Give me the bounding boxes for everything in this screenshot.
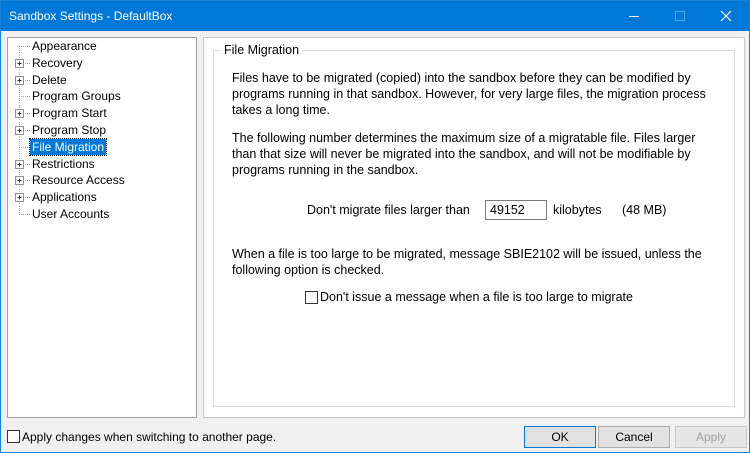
size-limit-label: Don't migrate files larger than: [307, 203, 470, 217]
tree-item[interactable]: User Accounts: [8, 206, 194, 222]
limit-line: than that size will never be migrated in…: [232, 147, 691, 161]
intro-line: programs running in that sandbox. Howeve…: [232, 87, 706, 101]
size-limit-input[interactable]: [485, 200, 547, 220]
apply-on-switch-checkbox[interactable]: [7, 430, 20, 443]
message-line: following option is checked.: [232, 263, 385, 277]
settings-tree[interactable]: Appearance Recovery Delete Program Groups Pr…: [7, 37, 197, 418]
apply-on-switch-label[interactable]: Apply changes when switching to another …: [22, 430, 276, 444]
tree-item-label: Restrictions: [32, 156, 95, 171]
tree-item-label: File Migration: [28, 137, 108, 156]
size-unit-label: kilobytes: [553, 203, 602, 217]
expand-icon[interactable]: [8, 105, 30, 122]
tree-item[interactable]: Program Start: [8, 105, 194, 122]
tree-connector-icon: [19, 88, 30, 105]
tree-connector-icon: [19, 206, 30, 215]
tree-item[interactable]: Restrictions: [8, 155, 194, 172]
group-title: File Migration: [221, 43, 303, 57]
tree-item-label: Appearance: [32, 39, 97, 53]
message-text: When a file is too large to be migrated,…: [232, 246, 712, 278]
close-button[interactable]: [703, 1, 749, 31]
suppress-message-checkbox[interactable]: [305, 291, 318, 304]
apply-button[interactable]: Apply: [675, 426, 747, 448]
intro-text: Files have to be migrated (copied) into …: [232, 70, 712, 118]
tree-connector-icon: [19, 46, 30, 54]
tree-item-label: Program Stop: [32, 123, 107, 137]
tree-item-label: Resource Access: [32, 173, 125, 188]
minimize-button[interactable]: [611, 1, 657, 31]
message-line: When a file is too large to be migrated,…: [232, 247, 702, 261]
limit-line: programs running in the sandbox.: [232, 163, 419, 177]
tree-item[interactable]: Program Stop: [8, 122, 194, 138]
tree-item[interactable]: Program Groups: [8, 88, 194, 105]
tree-connector-icon: [19, 138, 30, 155]
expand-icon[interactable]: [8, 54, 30, 71]
file-migration-group: File Migration Files have to be migrated…: [213, 43, 735, 407]
settings-window: Sandbox Settings - DefaultBox Appearance…: [0, 0, 750, 453]
ok-button[interactable]: OK: [524, 426, 596, 448]
intro-line: Files have to be migrated (copied) into …: [232, 71, 691, 85]
tree-item-label: Program Groups: [32, 89, 121, 104]
minimize-icon: [629, 16, 639, 17]
tree-item-label: Recovery: [32, 55, 83, 70]
expand-icon[interactable]: [8, 122, 30, 138]
limit-text: The following number determines the maxi…: [232, 130, 712, 178]
title-bar[interactable]: Sandbox Settings - DefaultBox: [1, 1, 749, 31]
tree-item[interactable]: File Migration: [8, 137, 194, 156]
settings-panel: File Migration Files have to be migrated…: [203, 37, 745, 418]
tree-item-label: Program Start: [32, 106, 107, 121]
limit-line: The following number determines the maxi…: [232, 131, 696, 145]
expand-icon[interactable]: [8, 71, 30, 88]
tree-item[interactable]: Delete: [8, 71, 194, 88]
expand-icon[interactable]: [8, 155, 30, 172]
maximize-icon: [675, 11, 685, 21]
intro-line: takes a long time.: [232, 103, 330, 117]
cancel-button[interactable]: Cancel: [598, 426, 670, 448]
tree-item-label: Delete: [32, 72, 67, 87]
tree-item[interactable]: Recovery: [8, 54, 194, 71]
size-mb-label: (48 MB): [622, 203, 667, 217]
tree-item-label: User Accounts: [32, 207, 110, 221]
tree-item[interactable]: Applications: [8, 189, 194, 206]
maximize-button[interactable]: [657, 1, 703, 31]
expand-icon[interactable]: [8, 189, 30, 206]
tree-item[interactable]: Appearance: [8, 38, 194, 54]
tree-item-label: Applications: [32, 190, 97, 205]
close-icon: [720, 10, 732, 22]
expand-icon[interactable]: [8, 172, 30, 189]
suppress-message-label[interactable]: Don't issue a message when a file is too…: [320, 290, 633, 304]
window-title: Sandbox Settings - DefaultBox: [9, 9, 173, 23]
tree-item[interactable]: Resource Access: [8, 172, 194, 189]
